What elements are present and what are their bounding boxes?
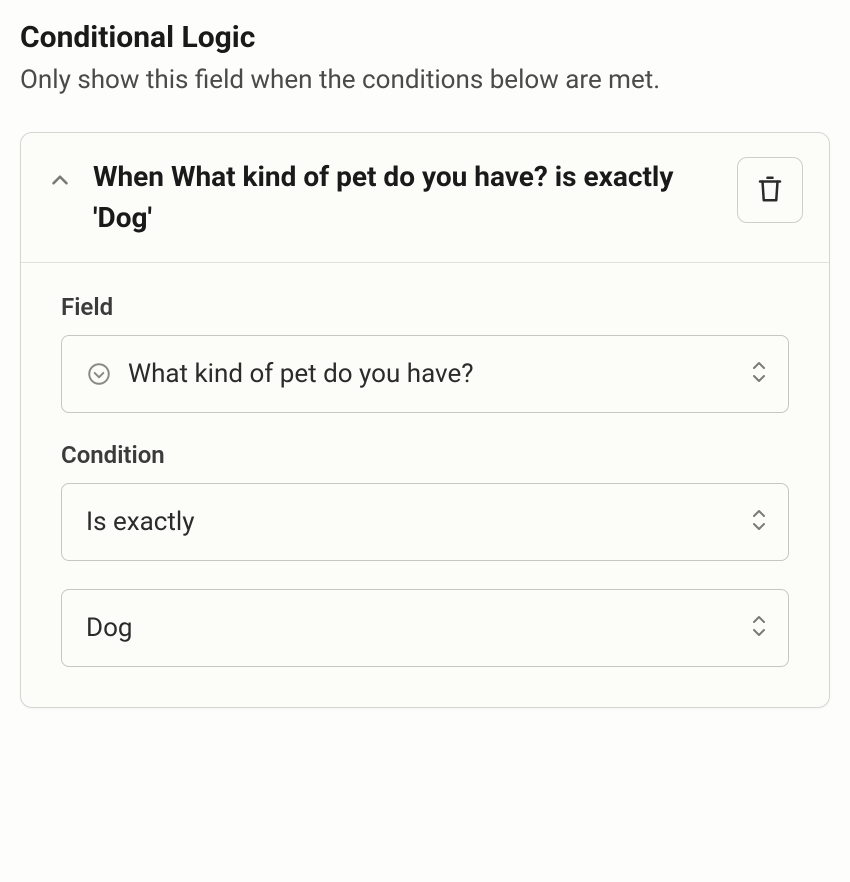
condition-operator-select[interactable]: Is exactly	[61, 483, 789, 561]
field-select-wrap: What kind of pet do you have?	[61, 335, 789, 413]
rule-header[interactable]: When What kind of pet do you have? is ex…	[21, 133, 829, 263]
condition-label: Condition	[61, 441, 789, 469]
condition-value-select[interactable]: Dog	[61, 589, 789, 667]
condition-operator-wrap: Is exactly	[61, 483, 789, 561]
delete-rule-button[interactable]	[737, 157, 803, 223]
field-select-value: What kind of pet do you have?	[128, 359, 732, 389]
section-description: Only show this field when the conditions…	[20, 61, 830, 100]
condition-value-wrap: Dog	[61, 589, 789, 667]
field-select[interactable]: What kind of pet do you have?	[61, 335, 789, 413]
field-label: Field	[61, 293, 789, 321]
radio-option-icon	[86, 361, 112, 387]
condition-value-text: Dog	[86, 613, 732, 643]
chevron-up-icon	[47, 157, 73, 193]
rule-body: Field What kind of pet do you have? Cond…	[21, 263, 829, 707]
condition-group: Is exactly Dog	[61, 483, 789, 667]
condition-operator-value: Is exactly	[86, 507, 732, 537]
rule-summary: When What kind of pet do you have? is ex…	[93, 157, 717, 238]
trash-icon	[755, 174, 785, 207]
section-title: Conditional Logic	[20, 20, 830, 55]
rule-card: When What kind of pet do you have? is ex…	[20, 132, 830, 708]
